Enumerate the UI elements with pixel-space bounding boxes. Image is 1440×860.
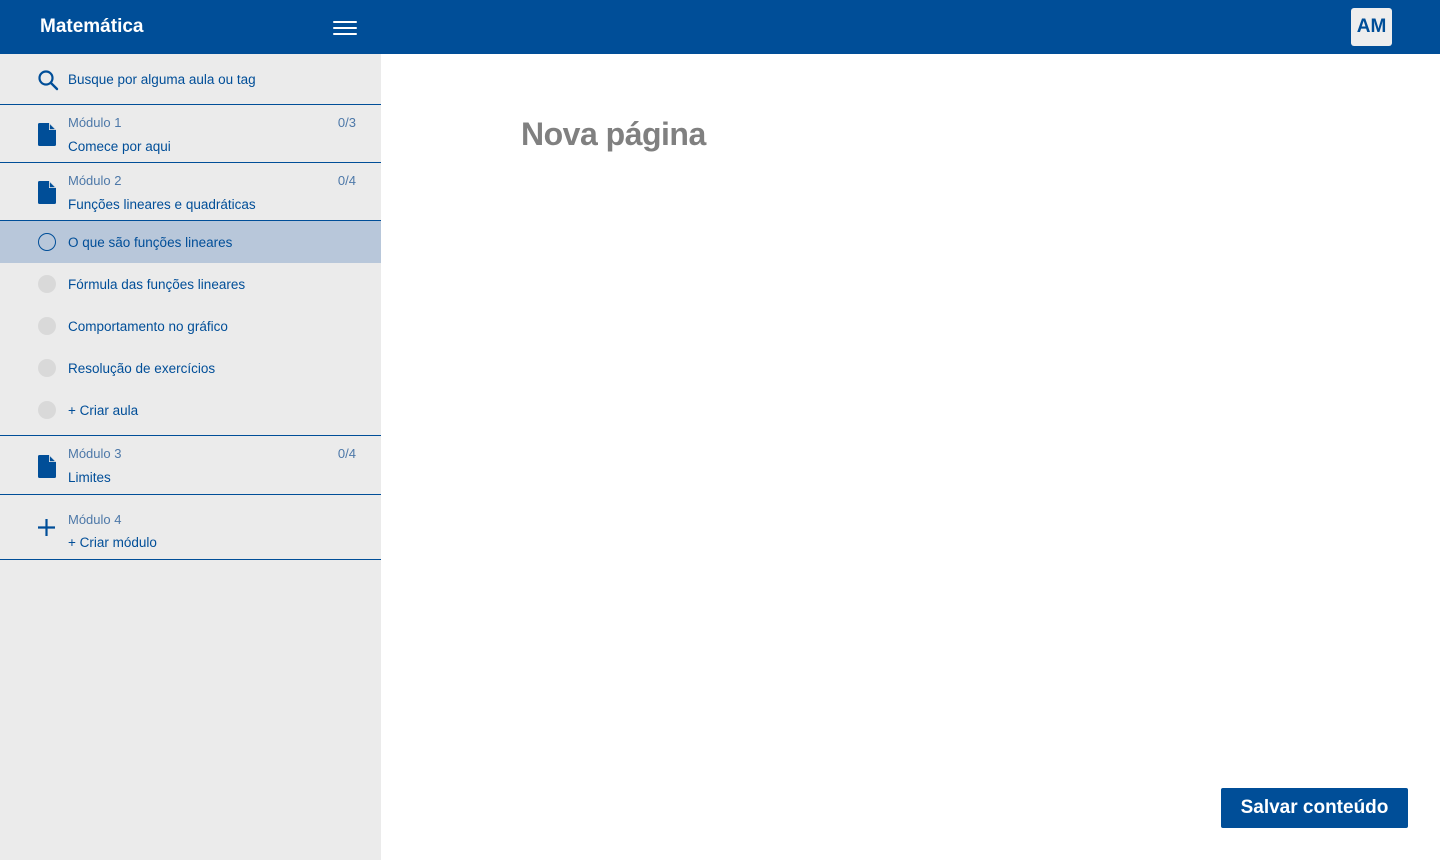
search-input[interactable]: [68, 68, 368, 90]
module-title: Funções lineares e quadráticas: [68, 197, 256, 212]
lesson-item[interactable]: Comportamento no gráfico: [0, 305, 381, 347]
module-title: Limites: [68, 470, 111, 485]
module-number: Módulo 1: [68, 115, 122, 130]
module-number: Módulo 4: [68, 512, 122, 527]
user-avatar[interactable]: AM: [1351, 8, 1392, 46]
create-module-button[interactable]: Módulo 4 + Criar módulo: [0, 495, 381, 560]
module-progress: 0/4: [337, 446, 356, 461]
search-bar: [0, 54, 381, 105]
lesson-item[interactable]: Resolução de exercícios: [0, 347, 381, 389]
document-icon: [38, 123, 56, 146]
module-title: Comece por aqui: [68, 139, 171, 154]
lesson-label: Resolução de exercícios: [68, 361, 216, 376]
document-icon: [38, 455, 56, 478]
lesson-label: Comportamento no gráfico: [68, 319, 228, 334]
module-number: Módulo 3: [68, 446, 122, 461]
lesson-label: Fórmula das funções lineares: [68, 277, 246, 292]
page-title[interactable]: Nova página: [521, 114, 706, 154]
lesson-status-icon: [38, 233, 56, 251]
module-progress: 0/4: [337, 173, 356, 188]
module-title: + Criar módulo: [68, 535, 157, 550]
lesson-item-active[interactable]: O que são funções lineares: [0, 221, 381, 263]
hamburger-icon[interactable]: [330, 17, 360, 39]
lesson-label: O que são funções lineares: [68, 235, 233, 250]
sidebar: Módulo 1 0/3 Comece por aqui Módulo 2 0/…: [0, 54, 381, 860]
plus-icon: [38, 519, 55, 536]
module-2[interactable]: Módulo 2 0/4 Funções lineares e quadráti…: [0, 163, 381, 221]
module-3[interactable]: Módulo 3 0/4 Limites: [0, 436, 381, 495]
lesson-status-icon: [38, 275, 56, 293]
lesson-status-icon: [38, 359, 56, 377]
module-number: Módulo 2: [68, 173, 122, 188]
lesson-label: + Criar aula: [68, 403, 139, 418]
module-progress: 0/3: [337, 115, 356, 130]
create-lesson-button[interactable]: + Criar aula: [0, 389, 381, 431]
save-button[interactable]: Salvar conteúdo: [1221, 788, 1408, 828]
document-icon: [38, 181, 56, 204]
lesson-status-icon: [38, 401, 56, 419]
module-1[interactable]: Módulo 1 0/3 Comece por aqui: [0, 105, 381, 163]
app-title: Matemática: [40, 16, 144, 37]
lesson-status-icon: [38, 317, 56, 335]
search-icon: [38, 70, 59, 91]
lesson-item[interactable]: Fórmula das funções lineares: [0, 263, 381, 305]
top-bar: Matemática AM: [0, 0, 1440, 54]
